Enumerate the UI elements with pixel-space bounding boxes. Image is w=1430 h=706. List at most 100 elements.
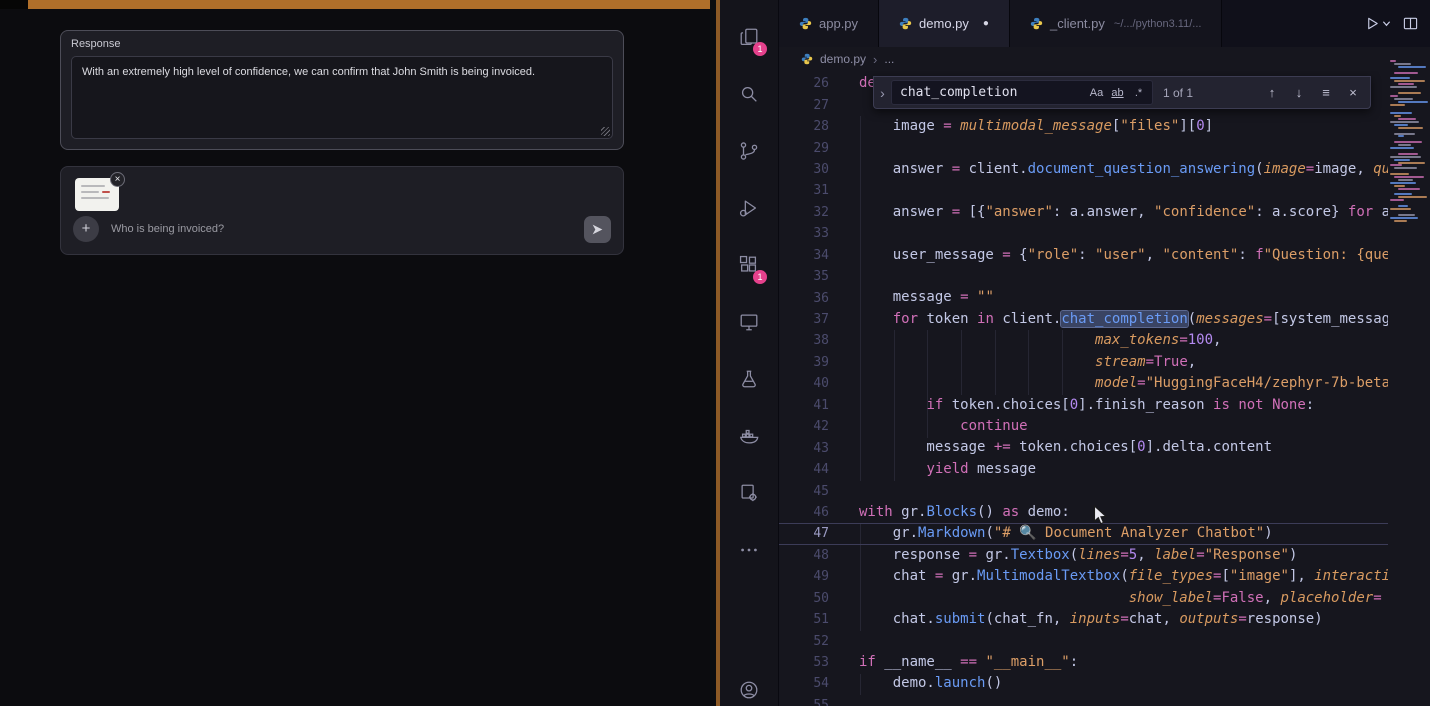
code-lines[interactable]: 26de2728 image = multimodal_message["fil… [779, 73, 1388, 706]
code-line-40[interactable]: 40 model="HuggingFaceH4/zephyr-7b-beta") [779, 373, 1388, 394]
code-line-46[interactable]: 46with gr.Blocks() as demo: [779, 502, 1388, 523]
search-icon[interactable] [720, 65, 778, 122]
extensions-badge: 1 [753, 270, 767, 284]
code-line-30[interactable]: 30 answer = client.document_question_ans… [779, 159, 1388, 180]
code-line-55[interactable]: 55 [779, 695, 1388, 706]
line-content: demo.launch() [859, 673, 1002, 694]
previous-match-button[interactable]: ↑ [1261, 82, 1283, 104]
response-textarea[interactable]: With an extremely high level of confiden… [71, 56, 613, 139]
line-number: 31 [779, 183, 829, 198]
code-line-34[interactable]: 34 user_message = {"role": "user", "cont… [779, 245, 1388, 266]
whole-word-button[interactable]: ab [1107, 83, 1128, 103]
docker-icon[interactable] [720, 407, 778, 464]
line-content: continue [859, 416, 1028, 437]
find-input[interactable]: chat_completion Aa ab .* [891, 80, 1153, 105]
code-line-28[interactable]: 28 image = multimodal_message["files"][0… [779, 116, 1388, 137]
line-number: 50 [779, 591, 829, 606]
line-number: 26 [779, 76, 829, 91]
code-line-52[interactable]: 52 [779, 630, 1388, 651]
code-line-36[interactable]: 36 message = "" [779, 287, 1388, 308]
code-line-43[interactable]: 43 message += token.choices[0].delta.con… [779, 437, 1388, 458]
code-line-47[interactable]: 47 gr.Markdown("# 🔍 Document Analyzer Ch… [779, 523, 1388, 544]
code-line-38[interactable]: 38 max_tokens=100, [779, 330, 1388, 351]
editor-group: app.py demo.py ● _client.py ~/.../python… [778, 0, 1430, 706]
tab-app-py[interactable]: app.py [779, 0, 879, 47]
breadcrumb-symbol[interactable]: ... [884, 52, 894, 66]
code-line-42[interactable]: 42 continue [779, 416, 1388, 437]
line-number: 42 [779, 419, 829, 434]
tab-label: demo.py [919, 16, 969, 31]
more-actions-icon[interactable] [720, 521, 778, 578]
code-editor[interactable]: 26de2728 image = multimodal_message["fil… [779, 71, 1430, 706]
explorer-badge: 1 [753, 42, 767, 56]
response-panel: Response With an extremely high level of… [60, 30, 624, 150]
testing-flask-icon[interactable] [720, 350, 778, 407]
find-results-count: 1 of 1 [1163, 86, 1193, 100]
send-button[interactable] [584, 216, 611, 243]
editor-actions [1365, 0, 1430, 47]
activity-bar: 1 1 [720, 0, 778, 706]
line-content: user_message = {"role": "user", "content… [859, 245, 1388, 266]
thumbnail-line [81, 197, 109, 199]
next-match-button[interactable]: ↓ [1288, 82, 1310, 104]
code-line-50[interactable]: 50 show_label=False, placeholder= [779, 588, 1388, 609]
find-in-selection-button[interactable]: ≡ [1315, 82, 1337, 104]
line-number: 53 [779, 655, 829, 670]
code-line-48[interactable]: 48 response = gr.Textbox(lines=5, label=… [779, 545, 1388, 566]
minimap[interactable] [1388, 47, 1430, 706]
line-number: 28 [779, 119, 829, 134]
python-icon [1030, 17, 1043, 30]
match-case-button[interactable]: Aa [1086, 83, 1107, 103]
response-text: With an extremely high level of confiden… [82, 66, 535, 78]
code-line-32[interactable]: 32 answer = [{"answer": a.answer, "confi… [779, 202, 1388, 223]
line-number: 43 [779, 441, 829, 456]
line-content: for token in client.chat_completion(mess… [859, 309, 1388, 330]
gear-file-icon[interactable] [720, 464, 778, 521]
code-line-45[interactable]: 45 [779, 480, 1388, 501]
add-attachment-button[interactable]: + [73, 216, 99, 242]
account-icon[interactable] [720, 661, 778, 706]
split-editor-button[interactable] [1403, 16, 1418, 31]
regex-button[interactable]: .* [1128, 83, 1149, 103]
code-line-51[interactable]: 51 chat.submit(chat_fn, inputs=chat, out… [779, 609, 1388, 630]
breadcrumb[interactable]: demo.py › ... [779, 47, 1388, 71]
code-line-35[interactable]: 35 [779, 266, 1388, 287]
line-content: show_label=False, placeholder= [859, 588, 1382, 609]
code-line-44[interactable]: 44 yield message [779, 459, 1388, 480]
line-number: 34 [779, 248, 829, 263]
line-number: 35 [779, 269, 829, 284]
line-content: if token.choices[0].finish_reason is not… [859, 395, 1314, 416]
tab-client-py[interactable]: _client.py ~/.../python3.11/... [1010, 0, 1222, 47]
code-line-37[interactable]: 37 for token in client.chat_completion(m… [779, 309, 1388, 330]
code-line-41[interactable]: 41 if token.choices[0].finish_reason is … [779, 395, 1388, 416]
code-line-49[interactable]: 49 chat = gr.MultimodalTextbox(file_type… [779, 566, 1388, 587]
breadcrumb-file[interactable]: demo.py [820, 52, 866, 66]
code-line-29[interactable]: 29 [779, 137, 1388, 158]
line-number: 29 [779, 141, 829, 156]
close-find-button[interactable]: × [1342, 82, 1364, 104]
extensions-icon[interactable]: 1 [720, 236, 778, 293]
code-line-31[interactable]: 31 [779, 180, 1388, 201]
screen: Response With an extremely high level of… [0, 0, 1430, 706]
attachment-close-button[interactable]: × [110, 172, 125, 187]
run-python-file-button[interactable] [1365, 16, 1391, 31]
modified-dot-icon[interactable]: ● [983, 18, 989, 29]
python-icon [899, 17, 912, 30]
tab-label: app.py [819, 16, 858, 31]
remote-explorer-icon[interactable] [720, 293, 778, 350]
source-control-icon[interactable] [720, 122, 778, 179]
attachment-thumbnail[interactable]: × [75, 178, 119, 211]
code-line-53[interactable]: 53if __name__ == "__main__": [779, 652, 1388, 673]
tab-demo-py[interactable]: demo.py ● [879, 0, 1010, 47]
explorer-icon[interactable]: 1 [720, 8, 778, 65]
code-line-54[interactable]: 54 demo.launch() [779, 673, 1388, 694]
find-query-text: chat_completion [900, 85, 1086, 100]
tab-path-detail: ~/.../python3.11/... [1114, 18, 1202, 30]
line-number: 49 [779, 569, 829, 584]
chat-input-placeholder[interactable]: Who is being invoiced? [111, 223, 584, 235]
code-line-33[interactable]: 33 [779, 223, 1388, 244]
run-debug-icon[interactable] [720, 179, 778, 236]
code-line-39[interactable]: 39 stream=True, [779, 352, 1388, 373]
resize-handle-icon[interactable] [601, 127, 610, 136]
find-expand-toggle-icon[interactable]: › [874, 77, 891, 108]
